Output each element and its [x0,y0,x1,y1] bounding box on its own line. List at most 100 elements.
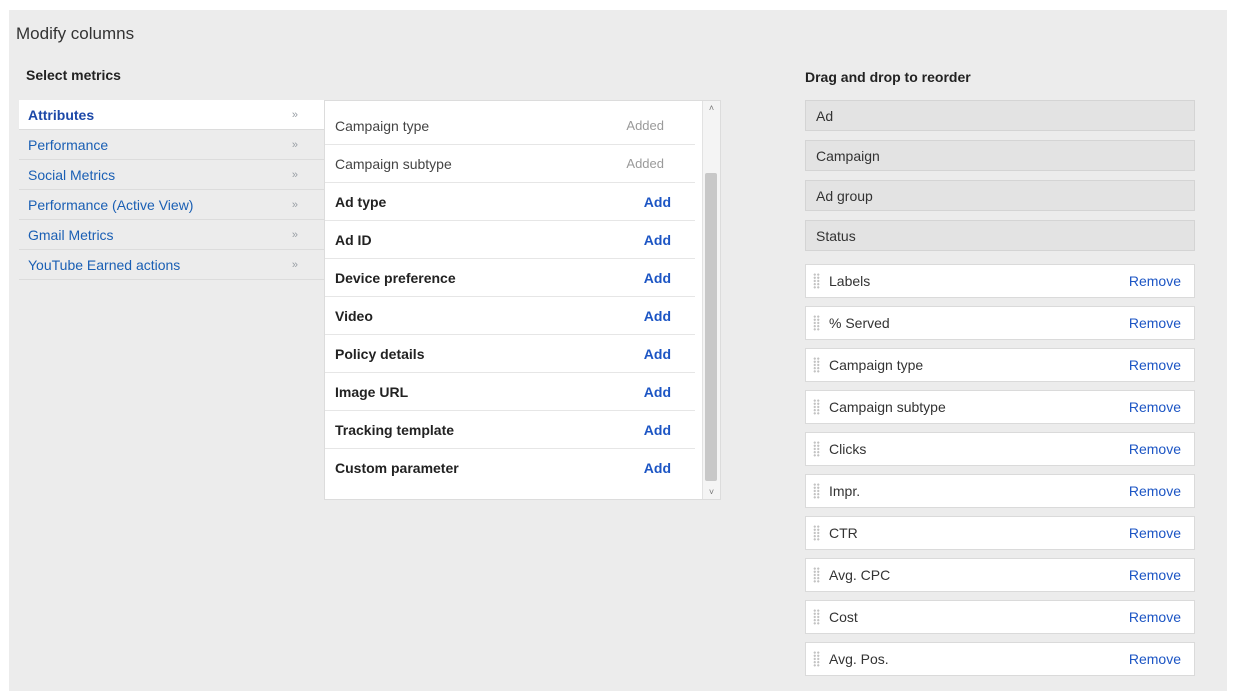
fixed-column-item: Ad [805,100,1195,131]
column-label: CTR [829,525,858,541]
drag-handle-icon[interactable] [813,273,820,289]
category-youtube-earned-actions[interactable]: YouTube Earned actions » [19,250,324,280]
metric-name: Video [335,307,373,324]
metric-row: Policy details Add [325,335,695,373]
category-performance-active-view[interactable]: Performance (Active View) » [19,190,324,220]
metric-row: Image URL Add [325,373,695,411]
category-attributes[interactable]: Attributes » [19,100,324,130]
drag-handle-icon[interactable] [813,441,820,457]
draggable-column-item[interactable]: Avg. Pos. Remove [805,642,1195,676]
draggable-column-item[interactable]: Clicks Remove [805,432,1195,466]
remove-button[interactable]: Remove [1129,399,1181,415]
drag-handle-icon[interactable] [813,609,820,625]
fixed-column-item: Status [805,220,1195,251]
add-button[interactable]: Add [644,270,695,286]
draggable-column-item[interactable]: Labels Remove [805,264,1195,298]
category-gmail-metrics[interactable]: Gmail Metrics » [19,220,324,250]
metric-name: Tracking template [335,421,455,438]
drag-handle-icon[interactable] [813,567,820,583]
add-button[interactable]: Add [644,422,695,438]
draggable-column-item[interactable]: Campaign subtype Remove [805,390,1195,424]
remove-button[interactable]: Remove [1129,567,1181,583]
column-label: Avg. CPC [829,567,891,583]
metric-name: Policy details [335,345,425,362]
scrollbar-thumb[interactable] [705,173,717,481]
metric-name: Campaign type [335,117,430,134]
added-status: Added [626,118,664,133]
remove-button[interactable]: Remove [1129,483,1181,499]
category-label: Attributes [28,106,95,123]
column-label: Impr. [829,483,861,499]
column-label: Labels [829,273,871,289]
chevron-right-icon: » [291,258,298,271]
add-button[interactable]: Add [644,194,695,210]
remove-button[interactable]: Remove [1129,273,1181,289]
fixed-column-item: Campaign [805,140,1195,171]
add-button[interactable]: Add [644,308,695,324]
metric-row: Video Add [325,297,695,335]
remove-button[interactable]: Remove [1129,357,1181,373]
draggable-column-item[interactable]: Cost Remove [805,600,1195,634]
chevron-right-icon: » [291,138,298,151]
fixed-column-item: Ad group [805,180,1195,211]
chevron-right-icon: » [291,108,298,121]
category-label: YouTube Earned actions [28,256,181,273]
add-button[interactable]: Add [644,460,695,476]
draggable-column-item[interactable]: CTR Remove [805,516,1195,550]
column-label: % Served [829,315,890,331]
drag-handle-icon[interactable] [813,483,820,499]
chevron-right-icon: » [291,228,298,241]
category-label: Gmail Metrics [28,226,114,243]
remove-button[interactable]: Remove [1129,525,1181,541]
remove-button[interactable]: Remove [1129,315,1181,331]
metric-category-list: Attributes » Performance » Social Metric… [19,100,324,280]
reorder-heading: Drag and drop to reorder [805,69,971,85]
drag-handle-icon[interactable] [813,525,820,541]
remove-button[interactable]: Remove [1129,651,1181,667]
remove-button[interactable]: Remove [1129,609,1181,625]
drag-handle-icon[interactable] [813,357,820,373]
add-button[interactable]: Add [644,346,695,362]
scroll-down-icon[interactable]: ˅ [703,485,720,499]
drag-handle-icon[interactable] [813,651,820,667]
category-performance[interactable]: Performance » [19,130,324,160]
metric-row: Campaign type Added [325,107,695,145]
column-label: Avg. Pos. [829,651,889,667]
added-status: Added [626,156,664,171]
draggable-column-item[interactable]: Avg. CPC Remove [805,558,1195,592]
add-button[interactable]: Add [644,384,695,400]
column-label: Cost [829,609,858,625]
draggable-column-item[interactable]: Impr. Remove [805,474,1195,508]
category-label: Performance (Active View) [28,196,194,213]
metric-name: Device preference [335,269,456,286]
fixed-columns-list: Ad Campaign Ad group Status [805,100,1195,260]
metric-name: Image URL [335,383,409,400]
metric-row: Ad type Add [325,183,695,221]
remove-button[interactable]: Remove [1129,441,1181,457]
chevron-right-icon: » [291,198,298,211]
reorder-columns-list: Labels Remove % Served Remove Campaign t… [805,264,1195,684]
metric-row: Custom parameter Add [325,449,695,486]
column-label: Clicks [829,441,867,457]
metric-list: Campaign type Added Campaign subtype Add… [325,107,705,486]
drag-handle-icon[interactable] [813,399,820,415]
metric-name: Custom parameter [335,459,459,476]
metric-name: Ad ID [335,231,372,248]
select-metrics-heading: Select metrics [26,67,121,83]
scroll-up-icon[interactable]: ˄ [703,101,720,115]
category-social-metrics[interactable]: Social Metrics » [19,160,324,190]
metric-row: Ad ID Add [325,221,695,259]
metric-row: Device preference Add [325,259,695,297]
metric-name: Campaign subtype [335,155,452,172]
metrics-list-panel: Campaign type Added Campaign subtype Add… [324,100,721,500]
metric-name: Ad type [335,193,387,210]
column-label: Campaign type [829,357,924,373]
draggable-column-item[interactable]: Campaign type Remove [805,348,1195,382]
column-label: Campaign subtype [829,399,946,415]
category-label: Social Metrics [28,166,116,183]
draggable-column-item[interactable]: % Served Remove [805,306,1195,340]
metric-row: Campaign subtype Added [325,145,695,183]
metrics-scrollbar[interactable]: ˄ ˅ [702,101,720,499]
drag-handle-icon[interactable] [813,315,820,331]
add-button[interactable]: Add [644,232,695,248]
